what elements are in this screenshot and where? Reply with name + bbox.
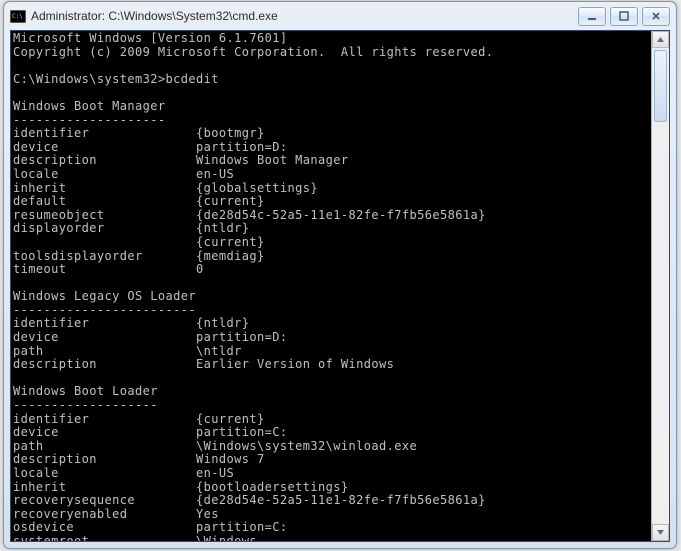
window-title: Administrator: C:\Windows\System32\cmd.e… bbox=[31, 9, 578, 23]
terminal-output[interactable]: Microsoft Windows [Version 6.1.7601] Cop… bbox=[11, 31, 651, 541]
svg-text:C:\: C:\ bbox=[12, 13, 23, 20]
scroll-down-button[interactable] bbox=[652, 524, 669, 541]
titlebar[interactable]: C:\ Administrator: C:\Windows\System32\c… bbox=[4, 2, 676, 30]
minimize-button[interactable] bbox=[578, 7, 606, 26]
maximize-button[interactable] bbox=[610, 7, 638, 26]
client-area: Microsoft Windows [Version 6.1.7601] Cop… bbox=[10, 30, 670, 542]
close-button[interactable] bbox=[642, 7, 670, 26]
scrollbar-thumb[interactable] bbox=[654, 50, 667, 122]
window-buttons bbox=[578, 7, 670, 26]
cmd-icon: C:\ bbox=[10, 9, 26, 23]
vertical-scrollbar[interactable] bbox=[651, 31, 669, 541]
scroll-up-button[interactable] bbox=[652, 31, 669, 48]
console-window: C:\ Administrator: C:\Windows\System32\c… bbox=[3, 1, 677, 549]
